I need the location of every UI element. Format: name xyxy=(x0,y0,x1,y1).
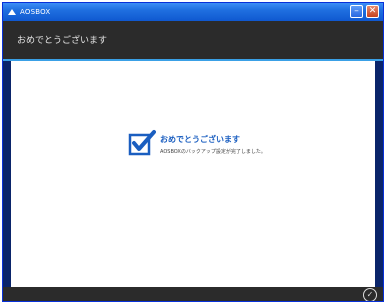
page-title: おめでとうございます xyxy=(17,36,108,46)
page-header: おめでとうございます xyxy=(3,21,383,61)
main-content: おめでとうございます AOSBOXのバックアップ設定が完了しました。 xyxy=(11,61,375,287)
done-button[interactable]: ✓ xyxy=(363,288,377,301)
footer-bar: ✓ xyxy=(3,287,383,301)
window-title: AOSBOX xyxy=(20,8,51,16)
close-button[interactable]: ✕ xyxy=(366,5,379,18)
success-heading: おめでとうございます xyxy=(160,135,240,144)
app-logo-icon xyxy=(8,9,16,15)
minimize-button[interactable]: – xyxy=(350,5,363,18)
success-message: AOSBOXのバックアップ設定が完了しました。 xyxy=(160,149,266,155)
checkbox-check-icon xyxy=(128,130,156,156)
success-panel: おめでとうございます AOSBOXのバックアップ設定が完了しました。 xyxy=(128,129,328,165)
title-bar[interactable]: AOSBOX – ✕ xyxy=(3,3,383,21)
app-window: AOSBOX – ✕ おめでとうございます おめでとうございます AOSBOXの… xyxy=(2,2,384,302)
